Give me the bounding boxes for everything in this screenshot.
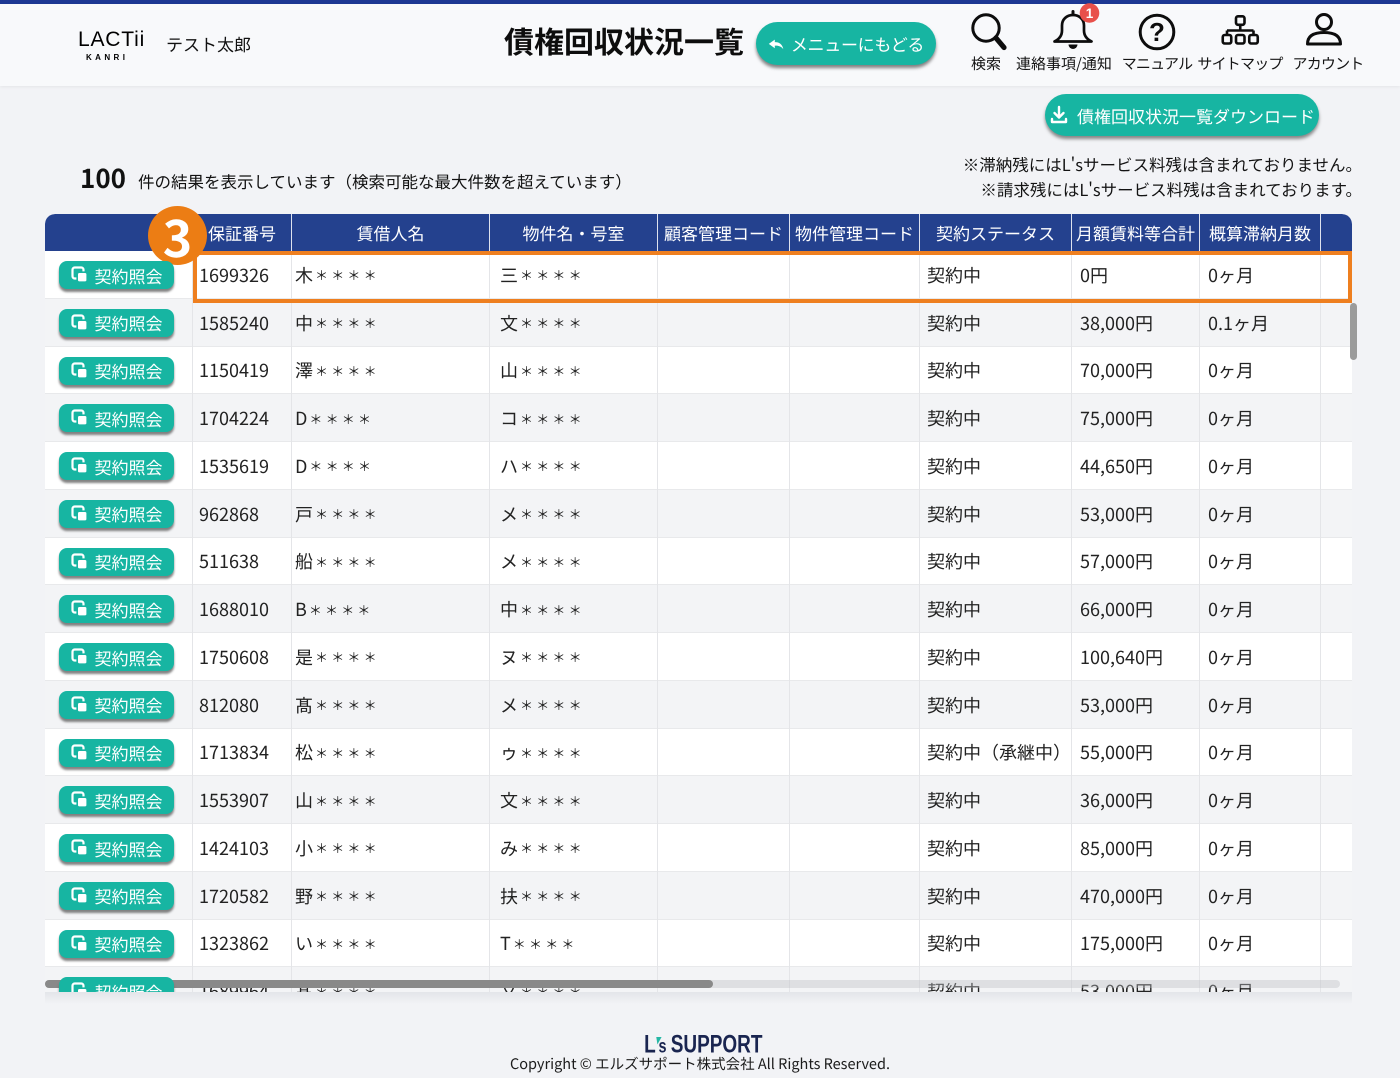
svg-text:?: ? <box>1149 17 1165 47</box>
svg-text:1: 1 <box>1086 6 1094 21</box>
